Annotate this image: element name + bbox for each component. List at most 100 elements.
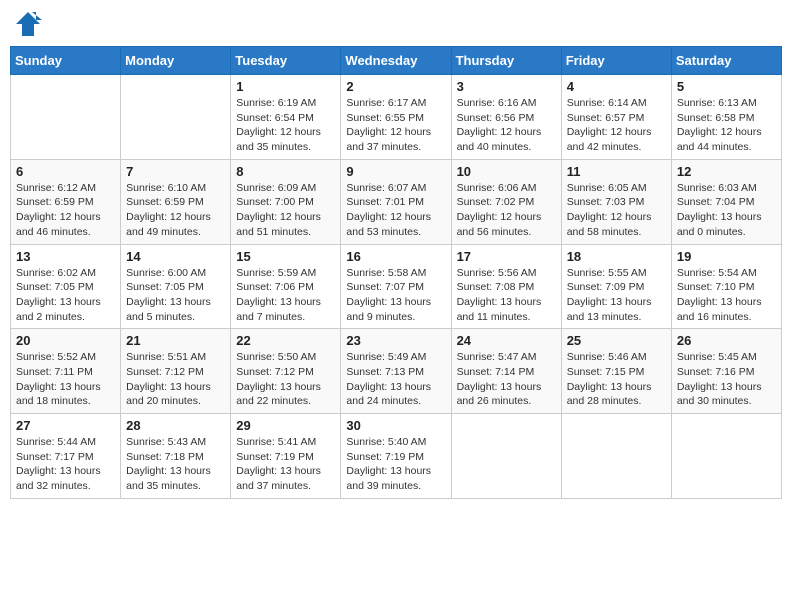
- calendar-cell: 12Sunrise: 6:03 AMSunset: 7:04 PMDayligh…: [671, 159, 781, 244]
- calendar-cell: 8 Sunrise: 6:09 AMSunset: 7:00 PMDaylight…: [231, 159, 341, 244]
- calendar-cell: 2 Sunrise: 6:17 AMSunset: 6:55 PMDaylight…: [341, 75, 451, 160]
- day-info: Sunrise: 6:07 AMSunset: 7:01 PMDaylight:…: [346, 181, 445, 240]
- day-number: 17: [457, 249, 556, 264]
- calendar-cell: 9Sunrise: 6:07 AMSunset: 7:01 PMDaylight…: [341, 159, 451, 244]
- page-header: [10, 10, 782, 38]
- calendar-cell: [121, 75, 231, 160]
- weekday-header: Thursday: [451, 47, 561, 75]
- weekday-header: Tuesday: [231, 47, 341, 75]
- calendar-cell: 23 Sunrise: 5:49 AMSunset: 7:13 PMDayligh…: [341, 329, 451, 414]
- day-number: 19: [677, 249, 776, 264]
- day-info: Sunrise: 5:46 AMSunset: 7:15 PMDaylight:…: [567, 350, 666, 409]
- calendar-cell: 10 Sunrise: 6:06 AMSunset: 7:02 PMDayligh…: [451, 159, 561, 244]
- day-number: 12: [677, 164, 776, 179]
- day-number: 8: [236, 164, 335, 179]
- day-info: Sunrise: 5:52 AMSunset: 7:11 PMDaylight:…: [16, 350, 115, 409]
- day-number: 4: [567, 79, 666, 94]
- day-number: 6: [16, 164, 115, 179]
- day-info: Sunrise: 5:59 AMSunset: 7:06 PMDaylight:…: [236, 266, 335, 325]
- calendar-cell: 11 Sunrise: 6:05 AMSunset: 7:03 PMDayligh…: [561, 159, 671, 244]
- day-info: Sunrise: 5:50 AMSunset: 7:12 PMDaylight:…: [236, 350, 335, 409]
- logo-icon: [14, 10, 42, 38]
- day-number: 3: [457, 79, 556, 94]
- day-number: 2: [346, 79, 445, 94]
- day-number: 24: [457, 333, 556, 348]
- day-info: Sunrise: 6:16 AMSunset: 6:56 PMDaylight:…: [457, 96, 556, 155]
- calendar-cell: 21Sunrise: 5:51 AMSunset: 7:12 PMDayligh…: [121, 329, 231, 414]
- day-info: Sunrise: 5:45 AMSunset: 7:16 PMDaylight:…: [677, 350, 776, 409]
- calendar-week-row: 20 Sunrise: 5:52 AMSunset: 7:11 PMDayligh…: [11, 329, 782, 414]
- day-info: Sunrise: 5:43 AMSunset: 7:18 PMDaylight:…: [126, 435, 225, 494]
- day-info: Sunrise: 6:02 AMSunset: 7:05 PMDaylight:…: [16, 266, 115, 325]
- day-info: Sunrise: 5:47 AMSunset: 7:14 PMDaylight:…: [457, 350, 556, 409]
- day-number: 27: [16, 418, 115, 433]
- calendar-cell: 13 Sunrise: 6:02 AMSunset: 7:05 PMDayligh…: [11, 244, 121, 329]
- calendar-cell: 16Sunrise: 5:58 AMSunset: 7:07 PMDayligh…: [341, 244, 451, 329]
- day-info: Sunrise: 6:00 AMSunset: 7:05 PMDaylight:…: [126, 266, 225, 325]
- day-number: 30: [346, 418, 445, 433]
- day-number: 15: [236, 249, 335, 264]
- calendar-cell: 18 Sunrise: 5:55 AMSunset: 7:09 PMDayligh…: [561, 244, 671, 329]
- day-number: 21: [126, 333, 225, 348]
- day-number: 18: [567, 249, 666, 264]
- calendar-cell: 6Sunrise: 6:12 AMSunset: 6:59 PMDaylight…: [11, 159, 121, 244]
- day-info: Sunrise: 5:40 AMSunset: 7:19 PMDaylight:…: [346, 435, 445, 494]
- day-info: Sunrise: 5:49 AMSunset: 7:13 PMDaylight:…: [346, 350, 445, 409]
- calendar-week-row: 13 Sunrise: 6:02 AMSunset: 7:05 PMDayligh…: [11, 244, 782, 329]
- day-number: 13: [16, 249, 115, 264]
- day-info: Sunrise: 6:14 AMSunset: 6:57 PMDaylight:…: [567, 96, 666, 155]
- calendar-cell: 22 Sunrise: 5:50 AMSunset: 7:12 PMDayligh…: [231, 329, 341, 414]
- calendar-cell: [561, 414, 671, 499]
- day-info: Sunrise: 5:44 AMSunset: 7:17 PMDaylight:…: [16, 435, 115, 494]
- day-info: Sunrise: 5:55 AMSunset: 7:09 PMDaylight:…: [567, 266, 666, 325]
- calendar-cell: 24 Sunrise: 5:47 AMSunset: 7:14 PMDayligh…: [451, 329, 561, 414]
- calendar-cell: 4 Sunrise: 6:14 AMSunset: 6:57 PMDaylight…: [561, 75, 671, 160]
- day-info: Sunrise: 6:05 AMSunset: 7:03 PMDaylight:…: [567, 181, 666, 240]
- calendar-week-row: 6Sunrise: 6:12 AMSunset: 6:59 PMDaylight…: [11, 159, 782, 244]
- day-info: Sunrise: 6:19 AMSunset: 6:54 PMDaylight:…: [236, 96, 335, 155]
- day-number: 14: [126, 249, 225, 264]
- day-number: 28: [126, 418, 225, 433]
- day-info: Sunrise: 5:54 AMSunset: 7:10 PMDaylight:…: [677, 266, 776, 325]
- day-number: 16: [346, 249, 445, 264]
- calendar-cell: 17 Sunrise: 5:56 AMSunset: 7:08 PMDayligh…: [451, 244, 561, 329]
- calendar-cell: 14 Sunrise: 6:00 AMSunset: 7:05 PMDayligh…: [121, 244, 231, 329]
- day-number: 5: [677, 79, 776, 94]
- calendar-week-row: 1 Sunrise: 6:19 AMSunset: 6:54 PMDaylight…: [11, 75, 782, 160]
- calendar-header-row: SundayMondayTuesdayWednesdayThursdayFrid…: [11, 47, 782, 75]
- day-info: Sunrise: 6:06 AMSunset: 7:02 PMDaylight:…: [457, 181, 556, 240]
- day-info: Sunrise: 6:09 AMSunset: 7:00 PMDaylight:…: [236, 181, 335, 240]
- day-info: Sunrise: 6:17 AMSunset: 6:55 PMDaylight:…: [346, 96, 445, 155]
- day-number: 26: [677, 333, 776, 348]
- day-number: 20: [16, 333, 115, 348]
- day-number: 10: [457, 164, 556, 179]
- calendar-cell: 28 Sunrise: 5:43 AMSunset: 7:18 PMDayligh…: [121, 414, 231, 499]
- calendar-cell: 3 Sunrise: 6:16 AMSunset: 6:56 PMDaylight…: [451, 75, 561, 160]
- day-info: Sunrise: 5:41 AMSunset: 7:19 PMDaylight:…: [236, 435, 335, 494]
- day-number: 23: [346, 333, 445, 348]
- calendar-cell: 26 Sunrise: 5:45 AMSunset: 7:16 PMDayligh…: [671, 329, 781, 414]
- calendar-cell: [11, 75, 121, 160]
- day-number: 11: [567, 164, 666, 179]
- day-number: 25: [567, 333, 666, 348]
- day-number: 1: [236, 79, 335, 94]
- day-info: Sunrise: 5:56 AMSunset: 7:08 PMDaylight:…: [457, 266, 556, 325]
- calendar-cell: 20 Sunrise: 5:52 AMSunset: 7:11 PMDayligh…: [11, 329, 121, 414]
- calendar-cell: [671, 414, 781, 499]
- calendar-cell: 25 Sunrise: 5:46 AMSunset: 7:15 PMDayligh…: [561, 329, 671, 414]
- calendar-cell: 15 Sunrise: 5:59 AMSunset: 7:06 PMDayligh…: [231, 244, 341, 329]
- day-info: Sunrise: 6:10 AMSunset: 6:59 PMDaylight:…: [126, 181, 225, 240]
- logo: [14, 10, 46, 38]
- calendar-cell: 5 Sunrise: 6:13 AMSunset: 6:58 PMDaylight…: [671, 75, 781, 160]
- day-number: 22: [236, 333, 335, 348]
- weekday-header: Friday: [561, 47, 671, 75]
- calendar-cell: 1 Sunrise: 6:19 AMSunset: 6:54 PMDaylight…: [231, 75, 341, 160]
- calendar-cell: 7 Sunrise: 6:10 AMSunset: 6:59 PMDaylight…: [121, 159, 231, 244]
- day-number: 7: [126, 164, 225, 179]
- weekday-header: Sunday: [11, 47, 121, 75]
- weekday-header: Saturday: [671, 47, 781, 75]
- weekday-header: Wednesday: [341, 47, 451, 75]
- calendar-cell: 19 Sunrise: 5:54 AMSunset: 7:10 PMDayligh…: [671, 244, 781, 329]
- day-info: Sunrise: 6:13 AMSunset: 6:58 PMDaylight:…: [677, 96, 776, 155]
- calendar-cell: 29Sunrise: 5:41 AMSunset: 7:19 PMDayligh…: [231, 414, 341, 499]
